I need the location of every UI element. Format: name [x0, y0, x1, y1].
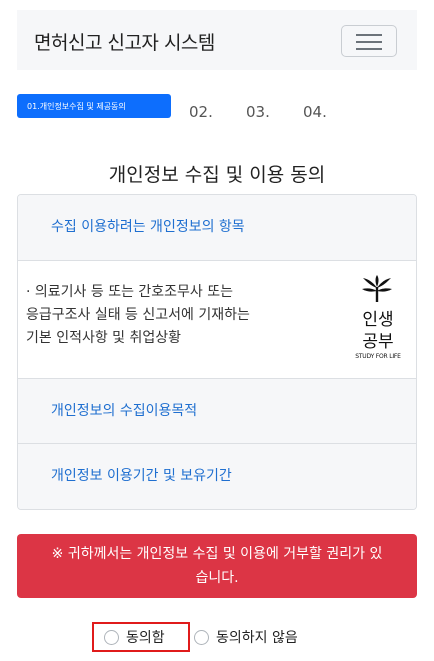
accordion-header-purpose[interactable]: 개인정보의 수집이용목적 — [18, 378, 416, 444]
step-4[interactable]: 04. — [303, 103, 327, 121]
navbar: 면허신고 신고자 시스템 — [17, 10, 417, 70]
study-for-life-logo: 인생 공부 STUDY FOR LIFE — [347, 275, 409, 365]
alert-line2: 습니다. — [195, 570, 239, 586]
disagree-radio[interactable] — [194, 630, 209, 645]
logo-text-line2: 공부 — [362, 332, 394, 352]
disagree-label[interactable]: 동의하지 않음 — [216, 627, 298, 647]
accordion-body-items: · 의료기사 등 또는 간호조무사 또는 응급구조사 실태 등 신고서에 기재하… — [18, 261, 416, 378]
accordion-header-retention[interactable]: 개인정보 이용기간 및 보유기간 — [18, 444, 416, 509]
hamburger-icon-bar — [356, 48, 382, 50]
refusal-right-alert: ※ 귀하께서는 개인정보 수집 및 이용에 거부할 권리가 있 습니다. — [17, 534, 417, 598]
step-3[interactable]: 03. — [246, 103, 270, 121]
page-title: 개인정보 수집 및 이용 동의 — [108, 164, 326, 186]
body-line: · 의료기사 등 또는 간호조무사 또는 — [26, 284, 234, 300]
step-2[interactable]: 02. — [189, 103, 213, 121]
sprout-icon — [362, 275, 392, 302]
app-title[interactable]: 면허신고 신고자 시스템 — [34, 28, 215, 55]
body-line: 응급구조사 실태 등 신고서에 기재하는 — [26, 307, 250, 323]
step-1-active[interactable]: 01.개인정보수집 및 제공동의 — [17, 94, 171, 118]
hamburger-icon — [356, 34, 382, 36]
consent-radio-group: 동의함 동의하지 않음 — [0, 622, 434, 652]
consent-accordion: 수집 이용하려는 개인정보의 항목 · 의료기사 등 또는 간호조무사 또는 응… — [17, 194, 417, 510]
hamburger-icon-bar — [356, 41, 382, 43]
agree-radio[interactable] — [104, 630, 119, 645]
body-line: 기본 인적사항 및 취업상황 — [26, 330, 182, 346]
alert-line1: ※ 귀하께서는 개인정보 수집 및 이용에 거부할 권리가 있 — [51, 546, 383, 562]
agree-label[interactable]: 동의함 — [126, 627, 165, 647]
logo-tagline: STUDY FOR LIFE — [355, 353, 401, 360]
menu-toggle-button[interactable] — [341, 25, 397, 57]
accordion-body-text: · 의료기사 등 또는 간호조무사 또는 응급구조사 실태 등 신고서에 기재하… — [26, 281, 250, 350]
accordion-header-items[interactable]: 수집 이용하려는 개인정보의 항목 — [18, 195, 416, 261]
